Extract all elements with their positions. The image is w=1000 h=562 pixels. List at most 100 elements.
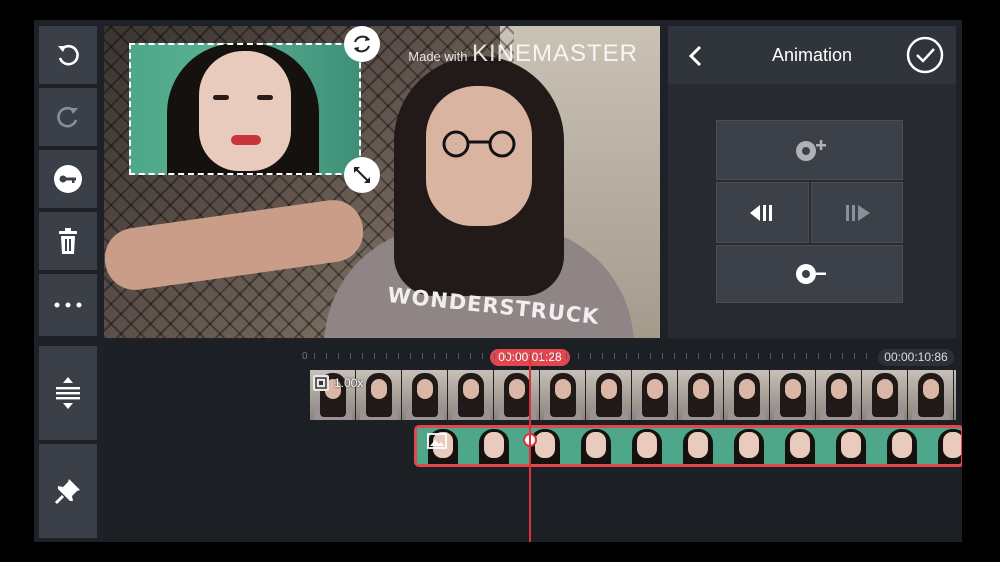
main-video-track[interactable] — [310, 370, 956, 420]
ruler-tick — [650, 353, 651, 359]
pin-icon — [54, 479, 80, 505]
total-time: 00:00:10:86 — [878, 349, 954, 366]
main-track-thumbnail — [678, 370, 724, 420]
ruler-tick — [362, 353, 363, 359]
pin-button[interactable] — [39, 444, 97, 538]
overlay-track-thumbnail — [621, 428, 672, 464]
ruler-tick — [518, 353, 519, 359]
prev-keyframe-button[interactable] — [716, 182, 809, 243]
undo-button[interactable] — [39, 26, 97, 84]
ruler-tick — [830, 353, 831, 359]
ruler-tick — [470, 353, 471, 359]
undo-icon — [58, 44, 79, 66]
key-icon — [54, 165, 82, 193]
ruler-tick — [578, 353, 579, 359]
ruler-tick — [722, 353, 723, 359]
selection-border — [129, 43, 361, 175]
ruler-tick — [794, 353, 795, 359]
ruler-tick — [782, 353, 783, 359]
redo-button[interactable] — [39, 88, 97, 146]
ruler-tick — [770, 353, 771, 359]
expand-tracks-icon — [56, 377, 80, 409]
watermark-brand: KINEMASTER — [471, 40, 638, 67]
ruler-tick — [530, 353, 531, 359]
ruler-tick — [734, 353, 735, 359]
ruler-tick — [386, 353, 387, 359]
app-frame: WONDERSTRUCK Made with KINEMASTER Animat… — [34, 20, 962, 542]
ruler-tick — [710, 353, 711, 359]
ruler-tick — [542, 353, 543, 359]
ruler-tick — [746, 353, 747, 359]
rotate-handle[interactable] — [344, 26, 380, 62]
resize-handle[interactable] — [344, 157, 380, 193]
ruler-tick — [674, 353, 675, 359]
ruler-tick — [614, 353, 615, 359]
ruler-start-label: 0 — [302, 351, 308, 362]
ruler-tick — [698, 353, 699, 359]
ruler-tick — [626, 353, 627, 359]
ruler-tick — [866, 353, 867, 359]
ruler-tick — [590, 353, 591, 359]
ruler-tick — [326, 353, 327, 359]
overlay-track-thumbnail — [825, 428, 876, 464]
overlay-track-thumbnail — [876, 428, 927, 464]
in-animation-icon — [795, 140, 826, 161]
resize-icon — [354, 167, 370, 183]
ruler-tick — [842, 353, 843, 359]
main-track-thumbnail — [816, 370, 862, 420]
ruler-tick — [482, 353, 483, 359]
ruler-tick — [494, 353, 495, 359]
clip-speed: 1.00x — [334, 376, 364, 390]
trash-icon — [59, 228, 77, 254]
main-track-thumbnail — [724, 370, 770, 420]
ruler-tick — [350, 353, 351, 359]
out-animation-icon — [795, 264, 826, 284]
overlay-track-thumbnail — [723, 428, 774, 464]
ruler-tick — [446, 353, 447, 359]
ruler-tick — [854, 353, 855, 359]
playhead-line[interactable] — [529, 359, 531, 542]
main-track-thumbnail — [862, 370, 908, 420]
ruler-tick — [398, 353, 399, 359]
out-animation-button[interactable] — [716, 245, 903, 303]
ruler-tick — [338, 353, 339, 359]
in-animation-button[interactable] — [716, 120, 903, 180]
main-track-thumbnail — [494, 370, 540, 420]
redo-icon — [57, 106, 78, 128]
next-keyframe-button[interactable] — [811, 182, 903, 243]
confirm-button[interactable] — [906, 36, 944, 74]
overlay-track-thumbnail — [570, 428, 621, 464]
overlay-track-thumbnail — [468, 428, 519, 464]
next-keyframe-icon — [846, 204, 870, 221]
ruler-tick — [314, 353, 315, 359]
keyframe-button[interactable] — [39, 150, 97, 208]
ruler-tick — [554, 353, 555, 359]
clip-type-icon — [313, 375, 329, 391]
ruler-tick — [638, 353, 639, 359]
overlay-track-thumbnail — [774, 428, 825, 464]
ruler-tick — [422, 353, 423, 359]
watermark-small: Made with — [408, 49, 468, 64]
timeline-expand-button[interactable] — [39, 346, 97, 440]
ruler-tick — [602, 353, 603, 359]
main-track-thumbnail — [632, 370, 678, 420]
ruler-tick — [686, 353, 687, 359]
more-button[interactable] — [39, 274, 97, 336]
panel-header: Animation — [668, 26, 956, 84]
main-track-thumbnail — [448, 370, 494, 420]
overlay-video-track[interactable] — [414, 425, 962, 467]
ruler-tick — [662, 353, 663, 359]
ruler-tick — [566, 353, 567, 359]
ruler-tick — [506, 353, 507, 359]
main-track-thumbnail — [402, 370, 448, 420]
ruler-tick — [806, 353, 807, 359]
image-layer-icon — [427, 433, 447, 449]
delete-button[interactable] — [39, 212, 97, 270]
overlay-track-thumbnail — [927, 428, 961, 464]
overlay-layer-icon — [427, 433, 447, 449]
main-track-thumbnail — [954, 370, 956, 420]
video-preview[interactable]: WONDERSTRUCK Made with KINEMASTER — [104, 26, 660, 338]
ruler-tick — [758, 353, 759, 359]
rotate-icon — [354, 35, 370, 53]
main-track-thumbnail — [540, 370, 586, 420]
